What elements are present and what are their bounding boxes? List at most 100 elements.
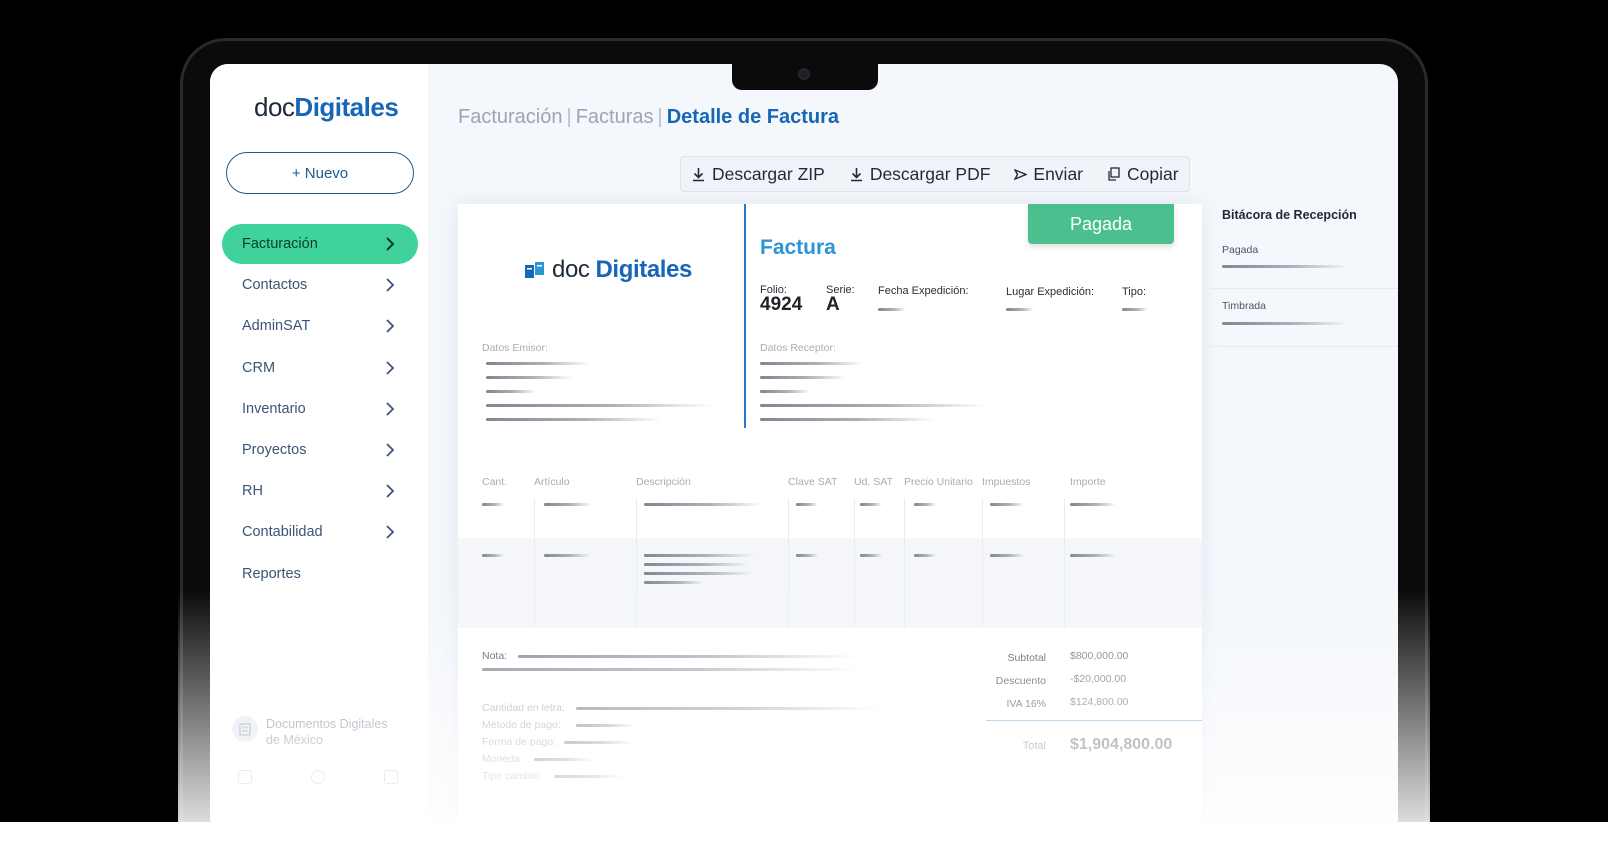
placeholder-line: [1222, 322, 1348, 325]
invoice-card: doc Digitales Factura Pagada Folio: 4924 …: [458, 204, 1202, 854]
download-pdf-button[interactable]: Descargar PDF: [849, 163, 991, 185]
sidebar-item-label: AdminSAT: [242, 318, 311, 335]
camera-icon: [798, 68, 810, 80]
descuento-label: Descuento: [995, 675, 1046, 687]
fecha-expedicion-label: Fecha Expedición:: [878, 285, 969, 297]
column-header-impuestos: Impuestos: [982, 476, 1031, 488]
app-screen: docDigitales + Nuevo Facturación Contact…: [210, 64, 1398, 854]
download-zip-label: Descargar ZIP: [712, 163, 825, 184]
breadcrumb-facturacion[interactable]: Facturación: [458, 106, 563, 128]
invoice-title: Factura: [760, 236, 836, 259]
placeholder-line: [990, 503, 1024, 506]
home-icon[interactable]: [238, 770, 252, 784]
copy-button[interactable]: Copiar: [1107, 164, 1179, 185]
placeholder-line: [760, 404, 986, 407]
iva-label: IVA 16%: [1006, 698, 1047, 710]
sidebar-item-label: Reportes: [242, 565, 301, 582]
chevron-right-icon: [386, 360, 395, 375]
column-header-ud-sat: Ud. SAT: [854, 476, 893, 488]
placeholder-line: [482, 668, 858, 671]
placeholder-line: [644, 554, 754, 557]
placeholder-line: [1222, 265, 1348, 268]
column-header-importe: Importe: [1070, 476, 1106, 488]
sidebar-item-proyectos[interactable]: Proyectos: [222, 430, 418, 470]
placeholder-line: [486, 418, 662, 421]
placeholder-line: [482, 554, 504, 557]
logout-icon[interactable]: [384, 770, 398, 784]
column-header-articulo: Artículo: [534, 476, 570, 488]
send-button[interactable]: Enviar: [1014, 164, 1083, 185]
log-divider: [1210, 288, 1398, 289]
serie-value: A: [826, 294, 840, 315]
chevron-right-icon: [386, 525, 395, 539]
breadcrumb-separator: |: [657, 106, 663, 128]
company-selector[interactable]: Documentos Digitales de México: [232, 716, 406, 748]
tipo-label: Tipo:: [1122, 286, 1147, 298]
download-pdf-label: Descargar PDF: [869, 163, 991, 184]
placeholder-line: [482, 503, 504, 506]
datos-emisor-label: Datos Emisor:: [482, 342, 548, 354]
total-divider: [986, 720, 1202, 721]
table-column-divider: [1064, 498, 1065, 628]
chevron-right-icon: [386, 319, 395, 334]
placeholder-line: [914, 554, 936, 557]
sidebar-item-inventario[interactable]: Inventario: [222, 389, 418, 429]
moneda-label: Moneda:: [482, 753, 523, 765]
sidebar: docDigitales + Nuevo Facturación Contact…: [210, 64, 428, 854]
placeholder-line: [860, 554, 882, 557]
table-column-divider: [982, 498, 983, 628]
placeholder-line: [486, 390, 536, 393]
placeholder-line: [486, 376, 572, 379]
app-logo[interactable]: docDigitales: [254, 92, 399, 123]
placeholder-line: [1122, 308, 1148, 311]
download-zip-button[interactable]: Descargar ZIP: [691, 164, 825, 185]
sidebar-item-reportes[interactable]: Reportes: [222, 554, 418, 594]
send-label: Enviar: [1033, 163, 1084, 184]
tipo-cambio-label: Tipo cambio:: [482, 770, 542, 782]
invoice-logo-bold: Digitales: [595, 256, 693, 283]
log-divider: [1210, 346, 1398, 347]
docdigitales-mark-icon: [524, 259, 546, 281]
log-item-pagada: Pagada: [1222, 244, 1259, 256]
laptop-notch: [732, 64, 878, 90]
sidebar-item-label: Contabilidad: [242, 524, 323, 541]
reception-log-title: Bitácora de Recepción: [1222, 208, 1357, 222]
placeholder-line: [914, 503, 936, 506]
sidebar-item-label: RH: [242, 483, 263, 500]
breadcrumb-facturas[interactable]: Facturas: [576, 106, 654, 128]
column-header-precio-unitario: Precio Unitario: [904, 476, 973, 488]
chevron-right-icon: [386, 402, 395, 416]
placeholder-line: [576, 724, 636, 727]
status-badge: Pagada: [1028, 204, 1174, 244]
sidebar-item-rh[interactable]: RH: [222, 471, 418, 511]
placeholder-line: [544, 503, 592, 506]
sidebar-item-contactos[interactable]: Contactos: [222, 265, 418, 305]
sidebar-item-label: Proyectos: [242, 441, 307, 458]
placeholder-line: [796, 503, 818, 506]
total-label: Total: [1022, 740, 1046, 752]
download-icon: [850, 167, 862, 181]
placeholder-line: [576, 707, 882, 710]
bottom-white-band: [0, 822, 1608, 860]
breadcrumb: Facturación | Facturas | Detalle de Factura: [458, 106, 839, 129]
placeholder-line: [564, 741, 634, 744]
settings-icon[interactable]: [311, 770, 325, 784]
breadcrumb-separator: |: [566, 106, 572, 128]
sidebar-item-facturacion[interactable]: Facturación: [222, 224, 418, 264]
sidebar-item-adminsat[interactable]: AdminSAT: [222, 306, 418, 346]
sidebar-item-crm[interactable]: CRM: [222, 348, 418, 388]
breadcrumb-current: Detalle de Factura: [666, 106, 840, 128]
company-name-line2: de México: [266, 733, 323, 747]
column-header-clave-sat: Clave SAT: [788, 476, 838, 488]
column-header-cant: Cant.: [482, 476, 508, 488]
table-row-shaded: [458, 538, 1202, 628]
placeholder-line: [860, 503, 882, 506]
descuento-value: -$20,000.00: [1070, 673, 1127, 685]
placeholder-line: [644, 572, 752, 575]
forma-pago-label: Forma de pago:: [482, 736, 557, 748]
sidebar-item-contabilidad[interactable]: Contabilidad: [222, 512, 418, 552]
datos-receptor-label: Datos Receptor:: [760, 342, 836, 354]
new-button[interactable]: + Nuevo: [226, 152, 414, 194]
sidebar-item-label: CRM: [242, 359, 276, 376]
subtotal-value: $800,000.00: [1070, 650, 1129, 662]
